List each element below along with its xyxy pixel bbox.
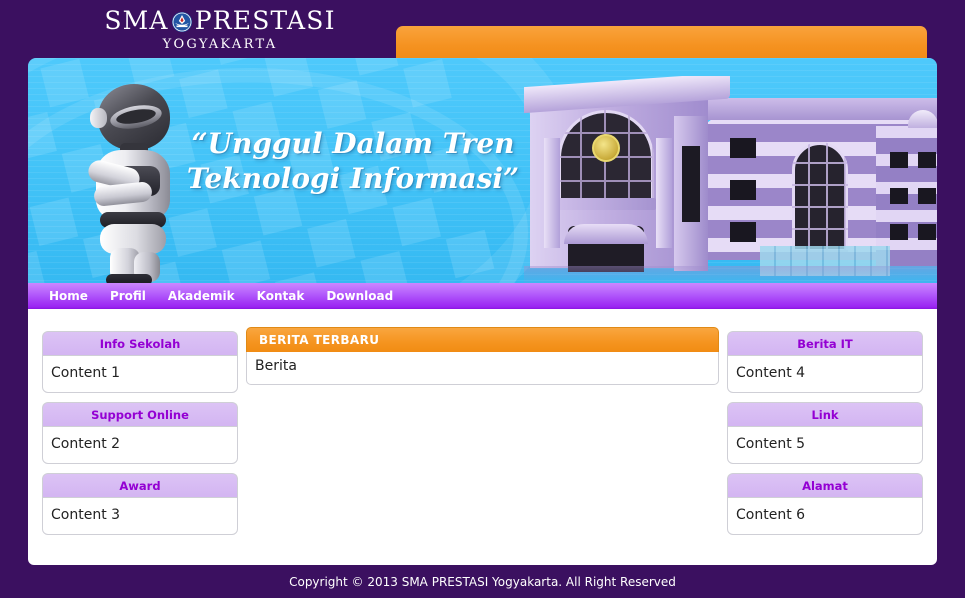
banner-grid-cell <box>28 112 57 161</box>
content-area: Info Sekolah Content 1 Support Online Conte… <box>28 309 937 565</box>
banner-grid-cell <box>349 58 399 76</box>
nav-item-akademik[interactable]: Akademik <box>157 283 246 309</box>
widget-title: Link <box>727 402 923 426</box>
brand-title-prefix: SMA <box>104 6 169 35</box>
berita-terbaru-body: Berita <box>246 352 719 385</box>
widget-body: Content 4 <box>727 355 923 393</box>
widget-title: Berita IT <box>727 331 923 355</box>
brand-subtitle: YOGYAKARTA <box>162 37 278 52</box>
widget-body: Content 6 <box>727 497 923 535</box>
banner-headline: “Unggul Dalam Tren Teknologi Informasi” <box>138 126 568 196</box>
nav-item-download[interactable]: Download <box>315 283 404 309</box>
footer-copyright: Copyright © 2013 SMA PRESTASI Yogyakarta… <box>289 574 676 589</box>
widget-title: Info Sekolah <box>42 331 238 355</box>
brand-title-suffix: PRESTASI <box>194 6 336 35</box>
page-root: SMA PRESTASI YOGYAKARTA “Unggul Dalam Tr… <box>0 0 965 598</box>
widget-title: Alamat <box>727 473 923 497</box>
nav-item-profil[interactable]: Profil <box>99 283 157 309</box>
banner-grid-cell <box>28 250 47 283</box>
banner-grid-cell <box>264 58 314 97</box>
widget-info-sekolah: Info Sekolah Content 1 <box>42 331 238 393</box>
main-column: BERITA TERBARU Berita <box>246 327 719 565</box>
banner-headline-line1: “Unggul Dalam Tren <box>191 127 515 160</box>
widget-award: Award Content 3 <box>42 473 238 535</box>
berita-terbaru-panel: BERITA TERBARU Berita <box>246 327 719 385</box>
banner-headline-line2: Teknologi Informasi” <box>186 162 520 195</box>
banner-grid-cell <box>221 240 271 283</box>
widget-link: Link Content 5 <box>727 402 923 464</box>
site-footer: Copyright © 2013 SMA PRESTASI Yogyakarta… <box>0 565 965 598</box>
sidebar-right: Berita IT Content 4 Link Content 5 Alamat Con… <box>727 331 923 565</box>
widget-alamat: Alamat Content 6 <box>727 473 923 535</box>
widget-body: Content 5 <box>727 426 923 464</box>
widget-title: Award <box>42 473 238 497</box>
banner-grid-cell <box>317 80 367 129</box>
widget-support-online: Support Online Content 2 <box>42 402 238 464</box>
tut-wuri-handayani-emblem-icon <box>171 10 193 32</box>
widget-body: Content 1 <box>42 355 238 393</box>
header-orange-tab <box>396 26 927 62</box>
banner-grid-cell <box>211 58 260 65</box>
banner-grid-cell <box>360 251 409 283</box>
banner-grid-cell <box>392 197 442 247</box>
widget-title: Support Online <box>42 402 238 426</box>
widget-body: Content 3 <box>42 497 238 535</box>
main-navigation: Home Profil Akademik Kontak Download <box>28 283 937 309</box>
hero-banner: “Unggul Dalam Tren Teknologi Informasi” <box>28 58 937 283</box>
school-building-icon <box>524 76 937 283</box>
nav-item-kontak[interactable]: Kontak <box>246 283 316 309</box>
site-brand: SMA PRESTASI YOGYAKARTA <box>95 6 345 52</box>
banner-grid-cell <box>307 219 356 268</box>
widget-berita-it: Berita IT Content 4 <box>727 331 923 393</box>
sidebar-left: Info Sekolah Content 1 Support Online Conte… <box>42 331 238 565</box>
widget-body: Content 2 <box>42 426 238 464</box>
brand-title: SMA PRESTASI <box>95 6 345 36</box>
site-header: SMA PRESTASI YOGYAKARTA <box>0 0 965 62</box>
banner-grid-cell <box>275 272 324 283</box>
nav-item-home[interactable]: Home <box>38 283 99 309</box>
berita-terbaru-title: BERITA TERBARU <box>246 327 719 352</box>
